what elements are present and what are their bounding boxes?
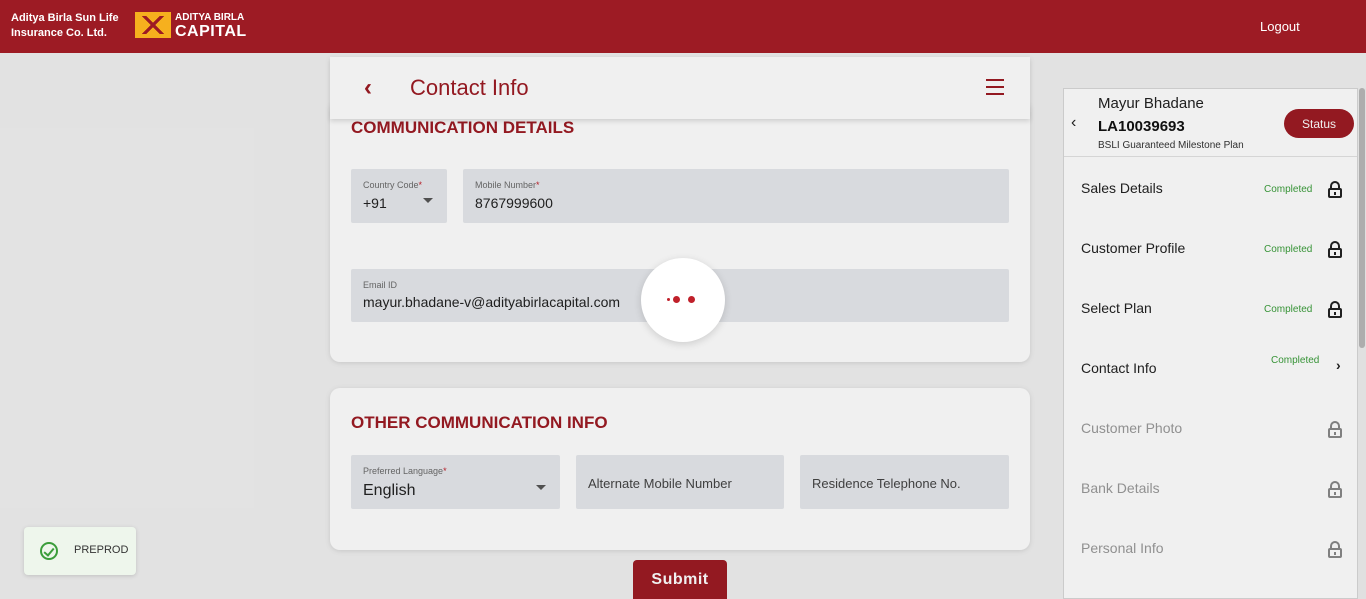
environment-badge: PREPROD — [24, 527, 136, 575]
logo-text-top: ADITYA BIRLA — [175, 12, 245, 23]
top-bar: Aditya Birla Sun Life Insurance Co. Ltd.… — [0, 0, 1366, 53]
check-circle-icon — [40, 542, 58, 560]
company-name-line2: Insurance Co. Ltd. — [11, 27, 107, 39]
environment-label: PREPROD — [74, 544, 129, 556]
loader-dot — [667, 298, 670, 301]
loader-dot — [673, 296, 680, 303]
loading-spinner — [641, 258, 725, 342]
logo-mark-icon — [135, 12, 171, 38]
company-name-line1: Aditya Birla Sun Life — [11, 12, 119, 24]
logout-button[interactable]: Logout — [1260, 19, 1300, 34]
company-name: Aditya Birla Sun Life Insurance Co. Ltd. — [11, 11, 119, 41]
loader-dot — [688, 296, 695, 303]
brand-logo: ADITYA BIRLA CAPITAL — [135, 12, 247, 40]
logo-text-bottom: CAPITAL — [175, 23, 247, 40]
